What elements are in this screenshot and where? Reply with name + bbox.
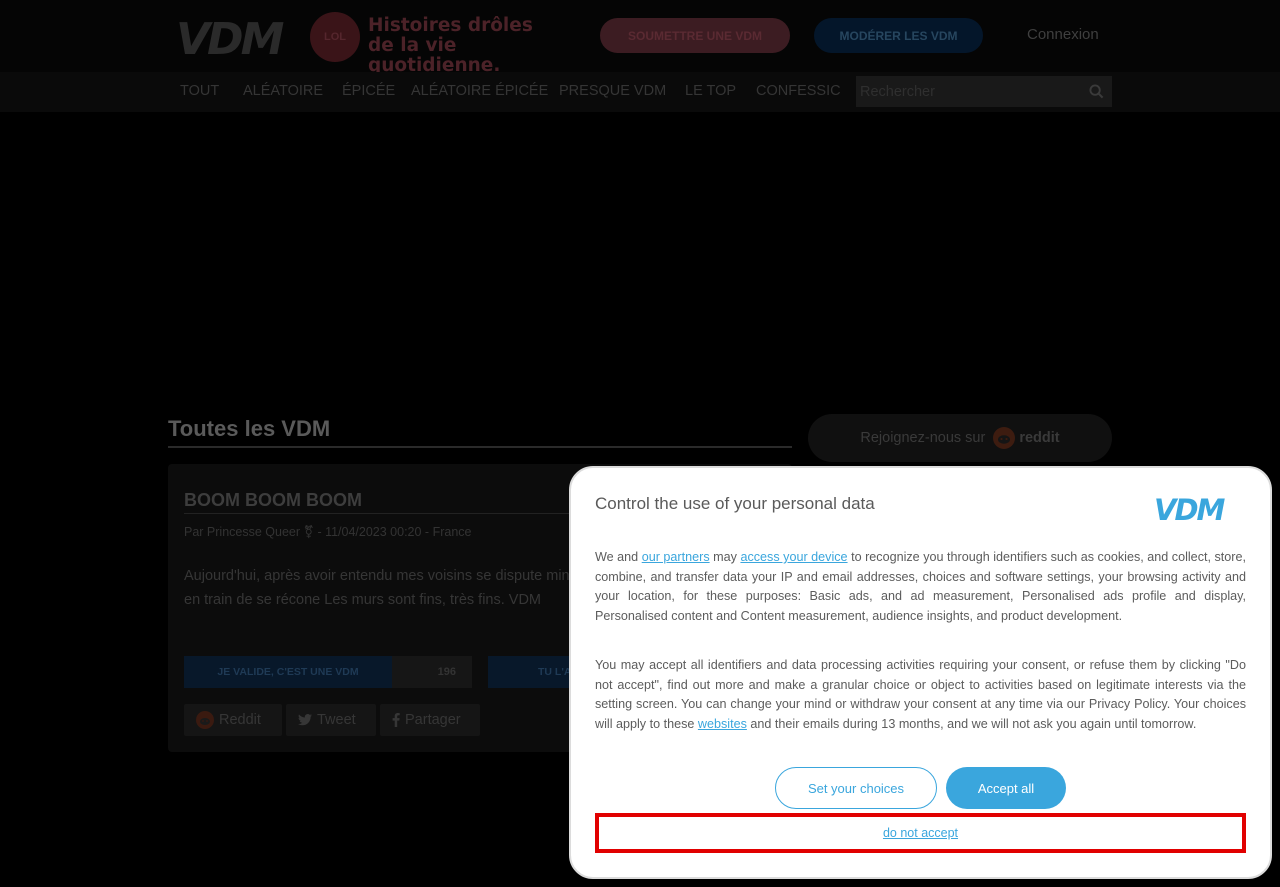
nav-item-presque-vdm[interactable]: PRESQUE VDM	[559, 83, 666, 99]
do-not-accept-button[interactable]: do not accept	[883, 826, 958, 840]
vote-deserved-label: TU L'A	[538, 666, 572, 678]
vdm-logo-icon: VDM	[1154, 494, 1228, 524]
share-reddit-button[interactable]: Reddit	[184, 704, 282, 736]
nav-item-aleatoire[interactable]: ALÉATOIRE	[243, 83, 323, 99]
share-facebook-button[interactable]: Partager	[380, 704, 480, 736]
page-title: Toutes les VDM	[168, 416, 331, 441]
vote-valid-label: JE VALIDE, C'EST UNE VDM	[184, 656, 392, 688]
facebook-icon	[392, 713, 400, 727]
logo-tagline: Histoires drôles de la vie quotidienne.	[368, 15, 533, 76]
svg-text:VDM: VDM	[1154, 494, 1226, 524]
logo-badge: LOL	[310, 12, 360, 62]
reddit-join-banner[interactable]: Rejoignez-nous sur reddit	[808, 414, 1112, 462]
site-logo[interactable]: VDM LOL Histoires drôles de la vie quoti…	[176, 10, 576, 76]
consent-title: Control the use of your personal data	[595, 494, 875, 513]
title-divider	[168, 446, 792, 448]
nav-item-epicee[interactable]: ÉPICÉE	[342, 83, 395, 99]
access-your-device-link[interactable]: access your device	[740, 550, 847, 564]
consent-dialog: Control the use of your personal data VD…	[569, 466, 1272, 879]
reddit-brand: reddit	[1019, 430, 1060, 446]
nav-item-aleatoire-epicee[interactable]: ALÉATOIRE ÉPICÉE	[411, 83, 548, 99]
websites-link[interactable]: websites	[698, 717, 747, 731]
moderate-vdm-button[interactable]: MODÉRER LES VDM	[814, 18, 983, 53]
share-tweet-button[interactable]: Tweet	[286, 704, 376, 736]
nav-item-le-top[interactable]: LE TOP	[685, 83, 736, 99]
do-not-accept-highlight: do not accept	[595, 813, 1246, 853]
post-meta: Par Princesse Queer ⚧ - 11/04/2023 00:20…	[184, 525, 472, 539]
search-input[interactable]	[856, 76, 1082, 107]
our-partners-link[interactable]: our partners	[642, 550, 710, 564]
submit-vdm-button[interactable]: SOUMETTRE UNE VDM	[600, 18, 790, 53]
vote-valid-button[interactable]: JE VALIDE, C'EST UNE VDM 196	[184, 656, 472, 688]
set-choices-button[interactable]: Set your choices	[775, 767, 937, 809]
logo-wordmark: VDM	[176, 14, 284, 65]
site-header: VDM LOL Histoires drôles de la vie quoti…	[0, 0, 1280, 76]
reddit-icon	[993, 427, 1016, 449]
accept-all-button[interactable]: Accept all	[946, 767, 1066, 809]
vote-valid-count: 196	[392, 656, 472, 688]
nav-item-confessions[interactable]: CONFESSIC	[756, 83, 841, 99]
search-icon[interactable]	[1089, 84, 1104, 99]
twitter-bird-icon	[298, 714, 312, 726]
login-link[interactable]: Connexion	[1027, 26, 1099, 43]
reddit-icon	[196, 711, 214, 729]
main-nav: TOUT ALÉATOIRE ÉPICÉE ALÉATOIRE ÉPICÉE P…	[0, 72, 1280, 112]
nav-item-tout[interactable]: TOUT	[180, 83, 219, 99]
reddit-join-text: Rejoignez-nous sur	[860, 430, 986, 446]
consent-paragraph-1: We and our partners may access your devi…	[595, 550, 1246, 623]
consent-paragraph-2: You may accept all identifiers and data …	[595, 658, 1246, 731]
post-title[interactable]: BOOM BOOM BOOM	[184, 490, 362, 511]
search-box	[856, 76, 1112, 107]
